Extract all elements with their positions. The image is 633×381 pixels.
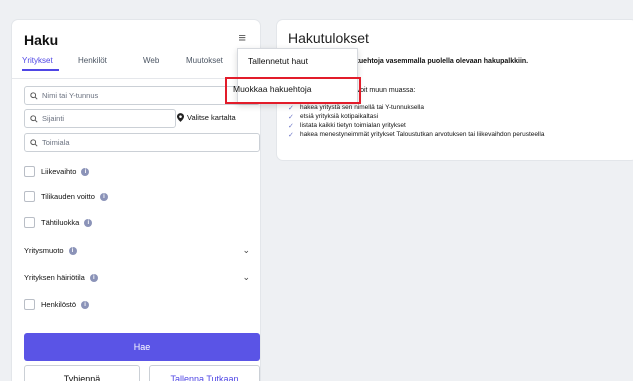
disruption-status-select[interactable]: Yrityksen häiriötila i ⌄	[24, 272, 250, 282]
name-search-input[interactable]: Nimi tai Y-tunnus	[24, 86, 260, 105]
tab-yritykset[interactable]: Yritykset	[22, 56, 59, 71]
info-icon[interactable]: i	[81, 167, 90, 176]
info-icon[interactable]: i	[89, 273, 98, 282]
search-options-dropdown: Tallennetut haut Muokkaa hakuehtoja	[233, 48, 358, 104]
info-icon[interactable]: i	[68, 246, 77, 255]
staff-checkbox[interactable]	[24, 299, 35, 310]
profit-checkbox[interactable]	[24, 191, 35, 202]
tab-label: Yritykset	[22, 56, 53, 65]
info-icon[interactable]: i	[84, 218, 93, 227]
select-label: Yritysmuoto	[24, 246, 64, 255]
company-form-select[interactable]: Yritysmuoto i ⌄	[24, 245, 250, 255]
star-class-checkbox[interactable]	[24, 217, 35, 228]
tab-divider	[12, 78, 260, 79]
active-tab-indicator	[22, 69, 59, 71]
search-icon	[30, 138, 38, 147]
filter-profit[interactable]: Tilikauden voitto i	[24, 191, 108, 202]
results-tips-list: hakea yritystä sen nimellä tai Y-tunnuks…	[288, 104, 544, 140]
select-label: Yrityksen häiriötila	[24, 273, 85, 282]
search-button[interactable]: Hae	[24, 333, 260, 361]
select-from-map-button[interactable]: Valitse kartalta	[177, 113, 236, 122]
search-icon	[30, 114, 38, 123]
chevron-down-icon: ⌄	[242, 272, 250, 282]
tab-henkilot[interactable]: Henkilöt	[78, 56, 107, 65]
filter-label: Liikevaihto	[41, 167, 77, 176]
map-button-label: Valitse kartalta	[187, 113, 236, 122]
dropdown-item-saved-searches[interactable]: Tallennetut haut	[248, 56, 308, 66]
filter-staff[interactable]: Henkilöstö i	[24, 299, 90, 310]
industry-placeholder: Toimiala	[42, 138, 70, 147]
hamburger-menu-icon[interactable]: ≡	[238, 30, 246, 45]
chevron-down-icon: ⌄	[242, 245, 250, 255]
tab-muutokset[interactable]: Muutokset	[186, 56, 223, 65]
search-panel: Haku ≡ Yritykset Henkilöt Web Muutokset …	[12, 20, 260, 381]
filter-label: Tilikauden voitto	[41, 192, 95, 201]
list-item: hakea menestyneimmät yritykset Taloustut…	[288, 131, 544, 140]
results-intro: ä hakuehtoja vasemmalla puolella olevaan…	[341, 58, 529, 65]
save-to-tutka-button[interactable]: Tallenna Tutkaan	[149, 365, 260, 381]
tab-label: Muutokset	[186, 56, 223, 65]
filter-star-class[interactable]: Tähtiluokka i	[24, 217, 93, 228]
list-item: etsiä yrityksiä kotipaikaltasi	[288, 113, 544, 122]
map-pin-icon	[177, 113, 184, 122]
info-icon[interactable]: i	[81, 300, 90, 309]
list-item: listata kaikki tietyn toimialan yritykse…	[288, 122, 544, 131]
clear-button[interactable]: Tyhjennä	[24, 365, 140, 381]
tab-web[interactable]: Web	[143, 56, 159, 65]
location-placeholder: Sijainti	[42, 114, 65, 123]
location-search-input[interactable]: Sijainti	[24, 109, 176, 128]
filter-label: Henkilöstö	[41, 300, 77, 309]
tab-label: Henkilöt	[78, 56, 107, 65]
filter-revenue[interactable]: Liikevaihto i	[24, 166, 90, 177]
dropdown-item-edit-criteria[interactable]: Muokkaa hakuehtoja	[233, 84, 311, 94]
name-placeholder: Nimi tai Y-tunnus	[42, 91, 99, 100]
industry-search-input[interactable]: Toimiala	[24, 133, 260, 152]
tab-label: Web	[143, 56, 160, 65]
panel-title: Haku	[24, 32, 59, 48]
filter-label: Tähtiluokka	[41, 218, 80, 227]
list-item: hakea yritystä sen nimellä tai Y-tunnuks…	[288, 104, 544, 113]
search-icon	[30, 91, 38, 100]
info-icon[interactable]: i	[99, 192, 108, 201]
revenue-checkbox[interactable]	[24, 166, 35, 177]
results-title: Hakutulokset	[288, 30, 369, 46]
